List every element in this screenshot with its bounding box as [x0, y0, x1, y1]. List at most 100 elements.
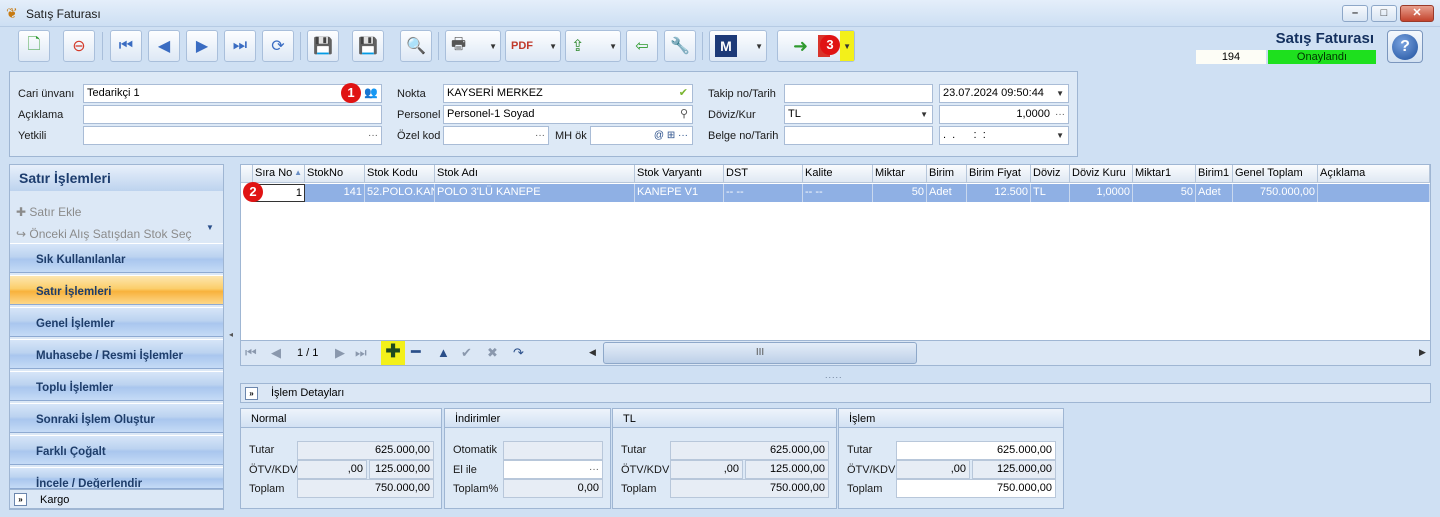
resize-grip-icon[interactable]: .....	[825, 370, 843, 380]
help-button[interactable]: ?	[1387, 30, 1423, 63]
col-doviz[interactable]: Döviz	[1031, 165, 1070, 183]
col-miktar[interactable]: Miktar	[873, 165, 927, 183]
details-collapse-chevron-icon[interactable]: »	[245, 387, 258, 400]
nav-farkli-cogalt[interactable]: Farklı Çoğalt	[10, 435, 223, 465]
exit-button[interactable]: ➜ ▼	[777, 30, 855, 62]
col-sira-no[interactable]: Sıra No ▲	[253, 165, 305, 183]
nav-last-icon[interactable]: ⏭	[355, 345, 367, 361]
previous-record-button[interactable]: ◀	[148, 30, 180, 62]
cell-miktar[interactable]: 50	[873, 184, 927, 202]
cell-kalite[interactable]: -- --	[803, 184, 873, 202]
save-close-button[interactable]: 💾	[352, 30, 384, 62]
cell-genel-toplam[interactable]: 750.000,00	[1233, 184, 1318, 202]
cell-miktar1[interactable]: 50	[1133, 184, 1196, 202]
scroll-left-icon[interactable]: ◀	[589, 347, 596, 358]
people-icon[interactable]: 👥	[364, 85, 378, 102]
col-stok-varyanti[interactable]: Stok Varyantı	[635, 165, 724, 183]
nav-satir-islemleri[interactable]: Satır İşlemleri	[10, 275, 223, 305]
nav-sik-kullanilanlar[interactable]: Sık Kullanılanlar	[10, 243, 223, 273]
cell-doviz[interactable]: TL	[1031, 184, 1070, 202]
scroll-right-icon[interactable]: ▶	[1419, 347, 1426, 358]
save-button[interactable]: 💾	[307, 30, 339, 62]
close-button[interactable]: ✕	[1400, 5, 1434, 22]
ozelkod-input[interactable]: ···	[443, 126, 549, 145]
at-icon[interactable]: @ ⊞ ···	[654, 127, 688, 144]
preview-button[interactable]: 🔍	[400, 30, 432, 62]
delete-document-button[interactable]: ⊖	[63, 30, 95, 62]
new-document-button[interactable]: 🗋	[18, 30, 50, 62]
cell-dst[interactable]: -- --	[724, 184, 803, 202]
last-record-button[interactable]: ⏭	[224, 30, 256, 62]
person-search-icon[interactable]: ⚲	[680, 106, 688, 123]
cell-birim1[interactable]: Adet	[1196, 184, 1233, 202]
tools-button[interactable]: 🔧	[664, 30, 696, 62]
undo-icon[interactable]: ↷	[513, 345, 524, 361]
print-button[interactable]: 🖶 ▼	[445, 30, 501, 62]
move-up-icon[interactable]: ▲	[437, 345, 450, 360]
col-genel-toplam[interactable]: Genel Toplam	[1233, 165, 1318, 183]
nav-next-icon[interactable]: ▶	[335, 345, 345, 361]
cell-doviz-kuru[interactable]: 1,0000	[1070, 184, 1133, 202]
col-stokno[interactable]: StokNo	[305, 165, 365, 183]
cell-aciklama[interactable]	[1318, 184, 1430, 202]
kur-input[interactable]: 1,0000 ···	[939, 105, 1069, 124]
refresh-button[interactable]: ⟳	[262, 30, 294, 62]
yetkili-input[interactable]: ···	[83, 126, 382, 145]
takip-input[interactable]	[784, 84, 933, 103]
col-dst[interactable]: DST	[724, 165, 803, 183]
col-birim-fiyat[interactable]: Birim Fiyat	[967, 165, 1031, 183]
nav-genel-islemler[interactable]: Genel İşlemler	[10, 307, 223, 337]
col-miktar1[interactable]: Miktar1	[1133, 165, 1196, 183]
belge-date-input[interactable]: . . : : ▼	[939, 126, 1069, 145]
m-button[interactable]: M ▼	[709, 30, 767, 62]
cell-stok-adi[interactable]: POLO 3'LÜ KANEPE	[435, 184, 635, 202]
kargo-label[interactable]: Kargo	[40, 494, 69, 506]
nav-incele[interactable]: İncele / Değerlendir	[10, 467, 223, 489]
personel-input[interactable]: Personel-1 Soyad ⚲	[443, 105, 693, 124]
cari-input[interactable]: Tedarikçi 1 👥	[83, 84, 382, 103]
cell-birim[interactable]: Adet	[927, 184, 967, 202]
nav-sonraki-islem[interactable]: Sonraki İşlem Oluştur	[10, 403, 223, 433]
cell-stok-kodu[interactable]: 52.POLO.KANEPE	[365, 184, 435, 202]
next-record-button[interactable]: ▶	[186, 30, 218, 62]
nav-prev-icon[interactable]: ◀	[271, 345, 281, 361]
tl-toplam-label: Toplam	[621, 483, 657, 495]
confirm-icon[interactable]: ✔	[461, 345, 472, 361]
splitter[interactable]: ◂	[226, 164, 236, 510]
col-birim1[interactable]: Birim1	[1196, 165, 1233, 183]
horizontal-scrollbar-thumb[interactable]: III	[603, 342, 917, 364]
nav-muhasebe[interactable]: Muhasebe / Resmi İşlemler	[10, 339, 223, 369]
remove-row-icon[interactable]: ━	[411, 342, 421, 362]
add-row-icon[interactable]: ✚	[381, 341, 405, 365]
cell-birim-fiyat[interactable]: 12.500	[967, 184, 1031, 202]
nokta-input[interactable]: KAYSERİ MERKEZ ✔	[443, 84, 693, 103]
satir-ekle-link[interactable]: ✚ Satır Ekle	[16, 205, 81, 219]
back-button[interactable]: ⇦	[626, 30, 658, 62]
first-record-button[interactable]: ⏮	[110, 30, 142, 62]
col-stok-kodu[interactable]: Stok Kodu	[365, 165, 435, 183]
mhok-input[interactable]: @ ⊞ ···	[590, 126, 693, 145]
col-kalite[interactable]: Kalite	[803, 165, 873, 183]
maximize-button[interactable]: □	[1371, 5, 1397, 22]
col-stok-adi[interactable]: Stok Adı	[435, 165, 635, 183]
cancel-icon[interactable]: ✖	[487, 345, 498, 361]
aciklama-input[interactable]	[83, 105, 382, 124]
expand-chevron-icon[interactable]: ▼	[206, 223, 214, 232]
nav-toplu-islemler[interactable]: Toplu İşlemler	[10, 371, 223, 401]
onceki-satis-link[interactable]: ↪ Önceki Alış Satışdan Stok Seç	[16, 227, 192, 241]
new-document-icon: 🗋	[27, 35, 41, 53]
col-birim[interactable]: Birim	[927, 165, 967, 183]
pdf-button[interactable]: PDF ▼	[505, 30, 561, 62]
doviz-select[interactable]: TL ▼	[784, 105, 933, 124]
belge-input[interactable]	[784, 126, 933, 145]
col-aciklama[interactable]: Açıklama	[1318, 165, 1430, 183]
elile-input[interactable]: ···	[503, 460, 603, 479]
takip-date-input[interactable]: 23.07.2024 09:50:44 ▼	[939, 84, 1069, 103]
cell-stok-varyanti[interactable]: KANEPE V1	[635, 184, 724, 202]
minimize-button[interactable]: –	[1342, 5, 1368, 22]
export-button[interactable]: ⇪ ▼	[565, 30, 621, 62]
cell-stokno[interactable]: 141	[305, 184, 365, 202]
col-doviz-kuru[interactable]: Döviz Kuru	[1070, 165, 1133, 183]
nav-first-icon[interactable]: ⏮	[245, 345, 257, 361]
collapse-chevron-icon[interactable]: »	[14, 493, 27, 506]
